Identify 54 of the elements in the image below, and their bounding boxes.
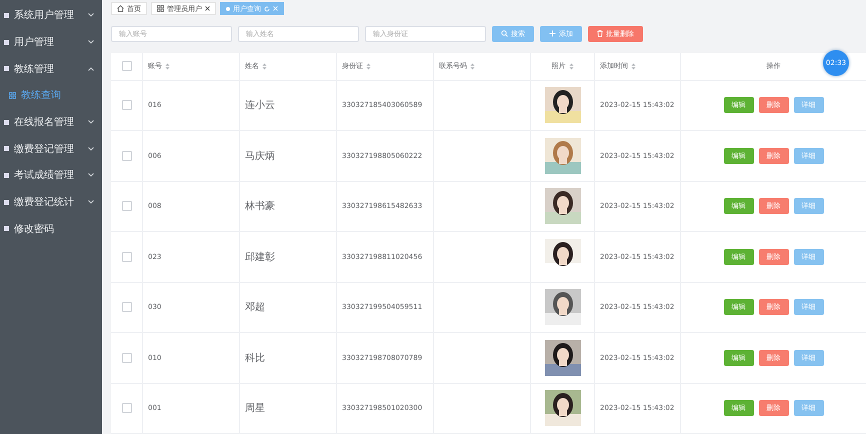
chevron-icon	[88, 40, 94, 44]
checkbox[interactable]	[122, 403, 132, 414]
table-cell-text: 邱建彰	[245, 250, 275, 264]
chevron-icon	[88, 66, 94, 71]
trash-icon	[597, 30, 603, 38]
checkbox[interactable]	[122, 302, 132, 312]
checkbox[interactable]	[122, 61, 132, 71]
menu-icon	[4, 120, 9, 125]
sidebar-item[interactable]: 缴费登记统计	[0, 188, 102, 216]
sidebar-item[interactable]: 在线报名管理	[0, 108, 102, 136]
chevron-icon	[88, 120, 94, 124]
sort-icon[interactable]	[262, 62, 267, 70]
menu-icon	[4, 200, 9, 205]
menu-icon	[4, 66, 9, 72]
menu-icon	[4, 172, 9, 178]
sidebar-item[interactable]: 修改密码	[0, 216, 102, 242]
sidebar-item[interactable]: 考试成绩管理	[0, 162, 102, 189]
checkbox[interactable]	[122, 352, 132, 363]
sidebar-item[interactable]: 用户管理	[0, 28, 102, 56]
grid-icon	[9, 92, 16, 99]
table-cell-text: 连小云	[245, 98, 275, 112]
table-cell-text: 邓超	[245, 300, 265, 314]
refresh-icon[interactable]	[264, 6, 270, 12]
chevron-icon	[88, 13, 94, 18]
menu-icon	[4, 146, 9, 152]
checkbox[interactable]	[122, 201, 132, 212]
sidebar-item[interactable]: 缴费登记管理	[0, 135, 102, 162]
home-icon	[117, 5, 124, 12]
sort-icon[interactable]	[470, 62, 475, 70]
close-icon[interactable]	[205, 6, 210, 12]
grid-icon	[157, 5, 164, 12]
menu-icon	[4, 226, 9, 232]
dot-icon	[226, 6, 230, 11]
checkbox[interactable]	[122, 252, 132, 262]
sort-icon[interactable]	[366, 62, 371, 70]
checkbox[interactable]	[122, 150, 132, 161]
table-cell-text: 周星	[245, 402, 265, 416]
table-cell-text: 林书豪	[245, 200, 275, 214]
table-cell-text: 科比	[245, 352, 265, 365]
sort-icon[interactable]	[631, 62, 636, 70]
sidebar-subitem[interactable]: 教练查询	[0, 82, 102, 109]
table-cell-text: 马庆炳	[245, 150, 275, 163]
sidebar-item[interactable]: 教练管理	[0, 55, 102, 82]
plus-icon	[549, 30, 556, 38]
search-icon	[501, 30, 508, 38]
menu-icon	[4, 40, 9, 45]
chevron-icon	[88, 173, 94, 178]
sidebar-item[interactable]: 系统用户管理	[0, 2, 102, 29]
chevron-icon	[88, 200, 94, 204]
checkbox[interactable]	[122, 100, 132, 110]
menu-icon	[4, 12, 9, 18]
sort-icon[interactable]	[568, 62, 574, 70]
sort-icon[interactable]	[165, 62, 170, 70]
chevron-icon	[88, 146, 94, 151]
